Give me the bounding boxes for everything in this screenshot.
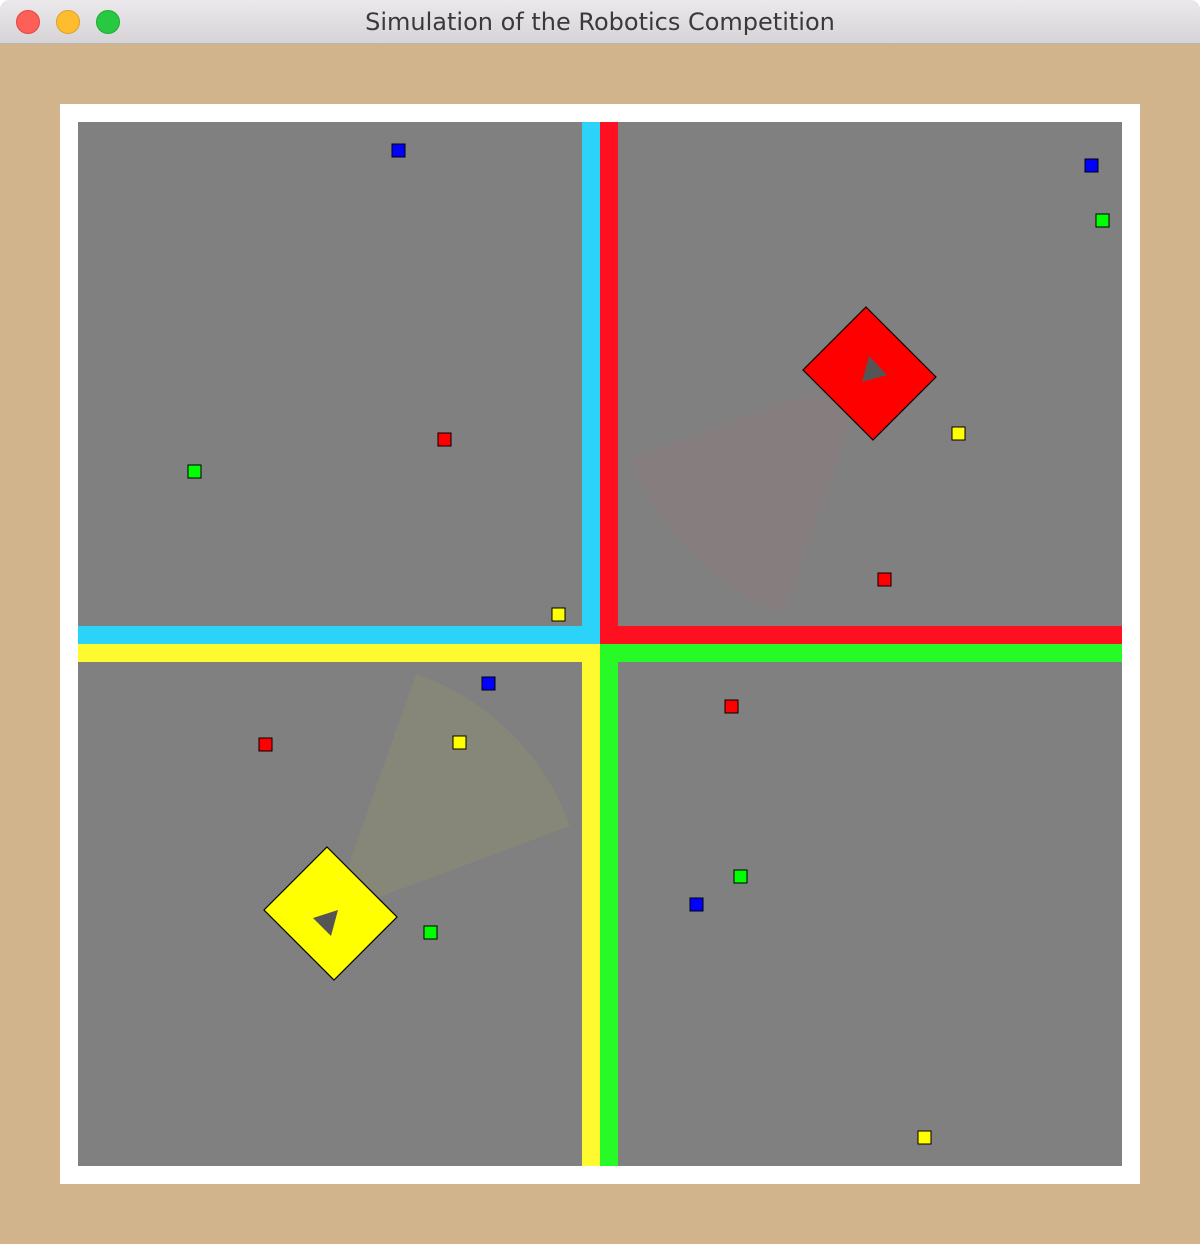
yellow-wall-vertical [582, 644, 600, 1166]
marker-blue [689, 897, 704, 912]
marker-yellow [452, 735, 467, 750]
marker-yellow [951, 426, 966, 441]
marker-yellow [917, 1130, 932, 1145]
title-bar: Simulation of the Robotics Competition [0, 0, 1200, 44]
marker-blue [481, 676, 496, 691]
red-wall-horizontal [600, 626, 1122, 644]
marker-red [437, 432, 452, 447]
cyan-wall-vertical [582, 122, 600, 644]
marker-red [258, 737, 273, 752]
marker-red [877, 572, 892, 587]
simulation-window: Simulation of the Robotics Competition [0, 0, 1200, 1244]
quadrant-top-left [78, 122, 582, 626]
window-title: Simulation of the Robotics Competition [365, 8, 835, 36]
marker-green [187, 464, 202, 479]
marker-green [423, 925, 438, 940]
arena-svg [60, 104, 1140, 1184]
marker-green [733, 869, 748, 884]
marker-yellow [551, 607, 566, 622]
green-wall-vertical [600, 644, 618, 1166]
marker-blue [1084, 158, 1099, 173]
green-wall-horizontal [600, 644, 1122, 662]
red-wall-vertical [600, 122, 618, 644]
cyan-wall-horizontal [78, 626, 600, 644]
marker-blue [391, 143, 406, 158]
yellow-wall-horizontal [78, 644, 600, 662]
quadrant-bottom-right [618, 662, 1122, 1166]
marker-red [724, 699, 739, 714]
simulation-canvas [0, 44, 1200, 1244]
marker-green [1095, 213, 1110, 228]
